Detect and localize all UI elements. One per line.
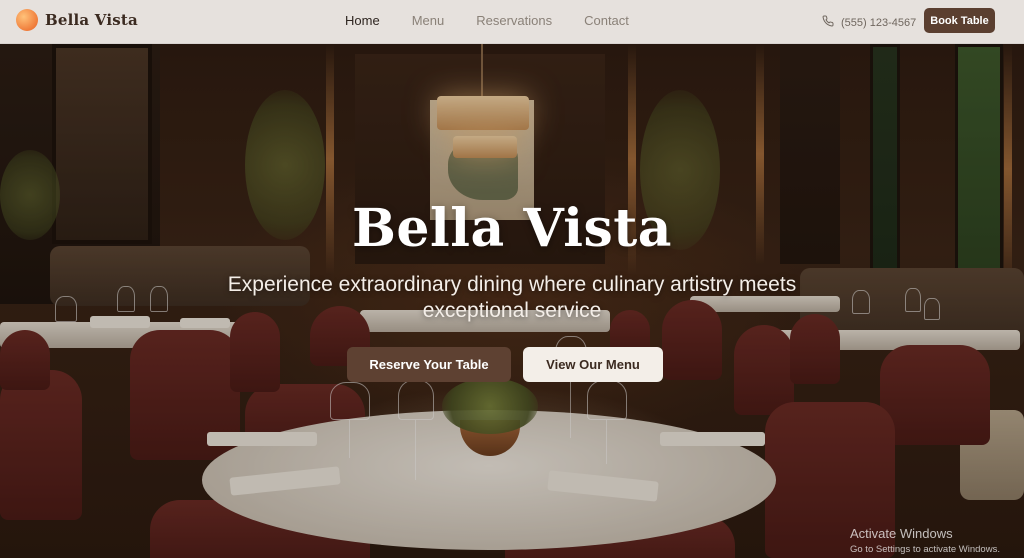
nav-item-reservations[interactable]: Reservations	[476, 13, 552, 28]
activate-windows-watermark: Activate Windows Go to Settings to activ…	[850, 526, 1000, 555]
hero-title: Bella Vista	[351, 198, 672, 259]
phone-contact[interactable]: (555) 123-4567	[822, 14, 916, 32]
main-nav: Home Menu Reservations Contact	[345, 13, 661, 28]
watermark-subtitle: Go to Settings to activate Windows.	[850, 544, 1000, 555]
view-menu-button[interactable]: View Our Menu	[523, 347, 663, 382]
book-table-button[interactable]: Book Table	[924, 8, 995, 33]
watermark-title: Activate Windows	[850, 526, 953, 541]
logo-icon	[16, 9, 38, 31]
hero-subtitle: Experience extraordinary dining where cu…	[227, 273, 797, 322]
nav-item-home[interactable]: Home	[345, 13, 380, 28]
nav-item-menu[interactable]: Menu	[412, 13, 445, 28]
phone-number: (555) 123-4567	[841, 17, 917, 29]
reserve-table-button[interactable]: Reserve Your Table	[347, 347, 511, 382]
nav-item-contact[interactable]: Contact	[584, 13, 629, 28]
brand-name: Bella Vista	[45, 11, 138, 29]
phone-icon	[822, 14, 834, 32]
brand[interactable]: Bella Vista	[16, 9, 138, 31]
site-header: Bella Vista Home Menu Reservations Conta…	[0, 0, 1024, 44]
